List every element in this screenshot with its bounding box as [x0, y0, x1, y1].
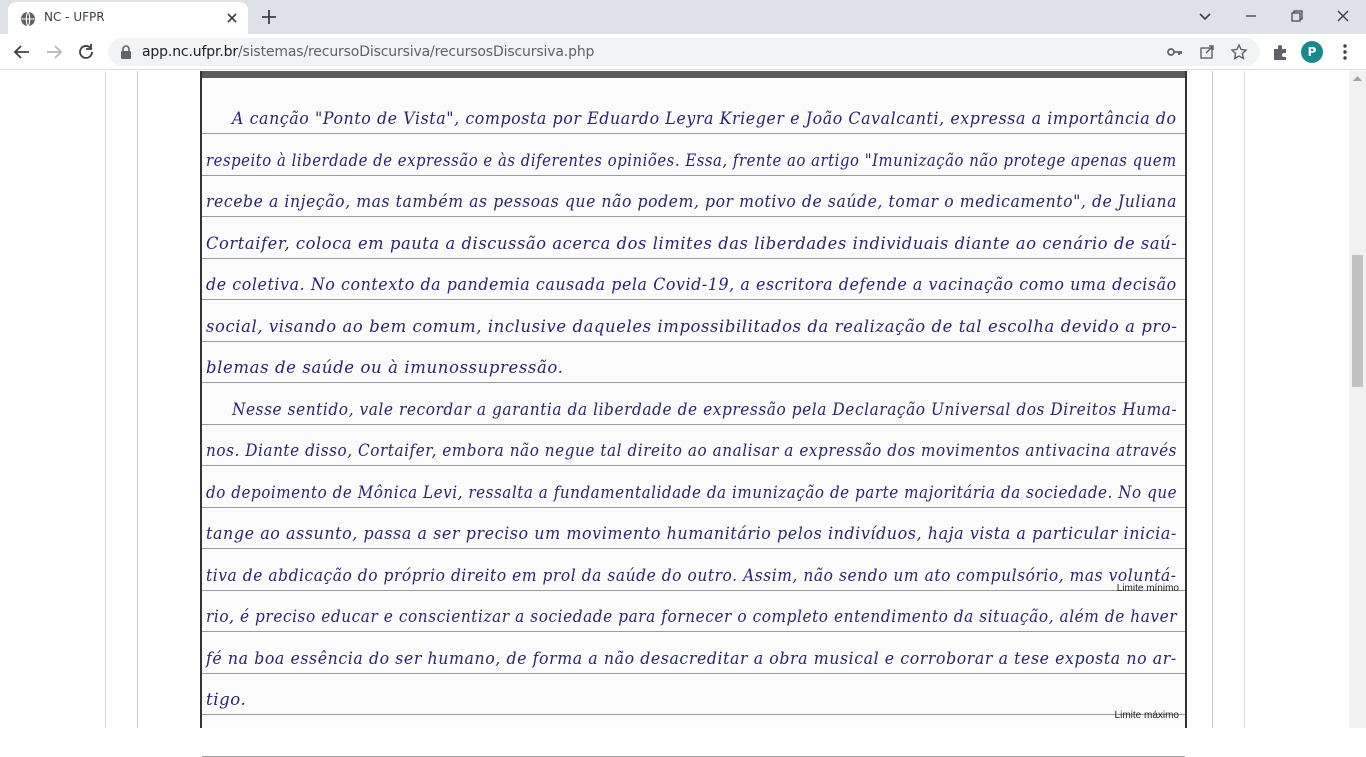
tab-strip: NC - UFPR	[0, 0, 1366, 34]
ruled-line	[202, 631, 1185, 632]
ruled-line	[202, 714, 1185, 715]
answer-sheet-image: A canção "Ponto de Vista", composta por …	[200, 71, 1187, 757]
limit-max-label: Limite máximo	[1114, 710, 1179, 721]
kebab-menu-icon[interactable]	[1334, 41, 1356, 63]
handwritten-line: rio, é preciso educar e conscientizar a …	[206, 607, 1178, 626]
page-content: A canção "Ponto de Vista", composta por …	[0, 71, 1349, 757]
ruled-line	[202, 340, 1185, 342]
url-text[interactable]: app.nc.ufpr.br/sistemas/recursoDiscursiv…	[142, 44, 594, 60]
ruled-line	[202, 589, 1185, 591]
reload-icon[interactable]	[75, 41, 97, 63]
ruled-line	[202, 672, 1185, 674]
handwritten-line: fé na boa essência do ser humano, de for…	[206, 648, 1177, 668]
ruled-line	[202, 257, 1185, 259]
puzzle-icon[interactable]	[1269, 41, 1291, 63]
handwritten-line: blemas de saúde ou à imunossupressão.	[206, 358, 564, 377]
limit-min-label: Limite mínimo	[1116, 583, 1179, 594]
handwritten-line: tigo.	[206, 690, 247, 709]
ruled-line	[202, 548, 1185, 549]
tab-title: NC - UFPR	[44, 10, 105, 24]
handwritten-line: de coletiva. No contexto da pandemia cau…	[206, 275, 1177, 294]
handwritten-line: Cortaifer, coloca em pauta a discussão a…	[206, 233, 1178, 253]
globe-icon	[21, 11, 35, 27]
handwritten-line: do depoimento de Mônica Levi, ressalta a…	[206, 482, 1178, 502]
browser-tab[interactable]: NC - UFPR	[8, 2, 248, 34]
handwritten-line: tiva de abdicação do próprio direito em …	[206, 565, 1177, 585]
ruled-line	[202, 174, 1185, 176]
handwritten-line: recebe a injeção, mas também as pessoas …	[206, 192, 1177, 211]
page-scrollbar[interactable]	[1349, 71, 1366, 728]
plus-icon[interactable]	[259, 7, 279, 27]
handwritten-line: social, visando ao bem comum, inclusive …	[206, 316, 1178, 336]
address-bar[interactable]: app.nc.ufpr.br/sistemas/recursoDiscursiv…	[108, 38, 1260, 66]
ruled-line	[202, 506, 1185, 508]
key-icon[interactable]	[1166, 43, 1184, 61]
close-icon[interactable]	[1332, 5, 1354, 27]
star-icon[interactable]	[1230, 43, 1248, 61]
url-path: /sistemas/recursoDiscursiva/recursosDisc…	[237, 44, 595, 60]
handwritten-line: A canção "Ponto de Vista", composta por …	[232, 109, 1177, 128]
url-host: app.nc.ufpr.br	[142, 44, 238, 60]
forward-arrow-icon[interactable]	[43, 41, 65, 63]
profile-avatar[interactable]: P	[1301, 41, 1323, 63]
ruled-line	[202, 423, 1185, 425]
handwritten-line: Nesse sentido, vale recordar a garantia …	[232, 399, 1178, 419]
browser-toolbar: app.nc.ufpr.br/sistemas/recursoDiscursiv…	[0, 34, 1366, 70]
scrollbar-thumb[interactable]	[1352, 255, 1363, 387]
ruled-line	[202, 382, 1185, 383]
lock-icon[interactable]	[120, 45, 132, 59]
handwritten-line: tange ao assunto, passa a ser preciso um…	[206, 524, 1177, 543]
handwritten-line: nos. Diante disso, Cortaifer, embora não…	[206, 441, 1178, 460]
minimize-icon[interactable]	[1240, 5, 1262, 27]
scroll-up-arrow-icon[interactable]	[1353, 75, 1362, 81]
ruled-line	[202, 133, 1185, 134]
back-arrow-icon[interactable]	[11, 41, 33, 63]
restore-icon[interactable]	[1286, 5, 1308, 27]
share-icon[interactable]	[1198, 43, 1216, 61]
ruled-line	[202, 216, 1185, 217]
chevron-down-icon[interactable]	[1194, 5, 1216, 27]
ruled-line	[202, 465, 1185, 466]
ruled-line	[202, 299, 1185, 300]
close-icon[interactable]	[224, 10, 240, 26]
sheet-top-border	[202, 71, 1185, 78]
ruled-line	[202, 755, 1185, 757]
handwritten-line: respeito à liberdade de expressão e às d…	[206, 150, 1177, 170]
